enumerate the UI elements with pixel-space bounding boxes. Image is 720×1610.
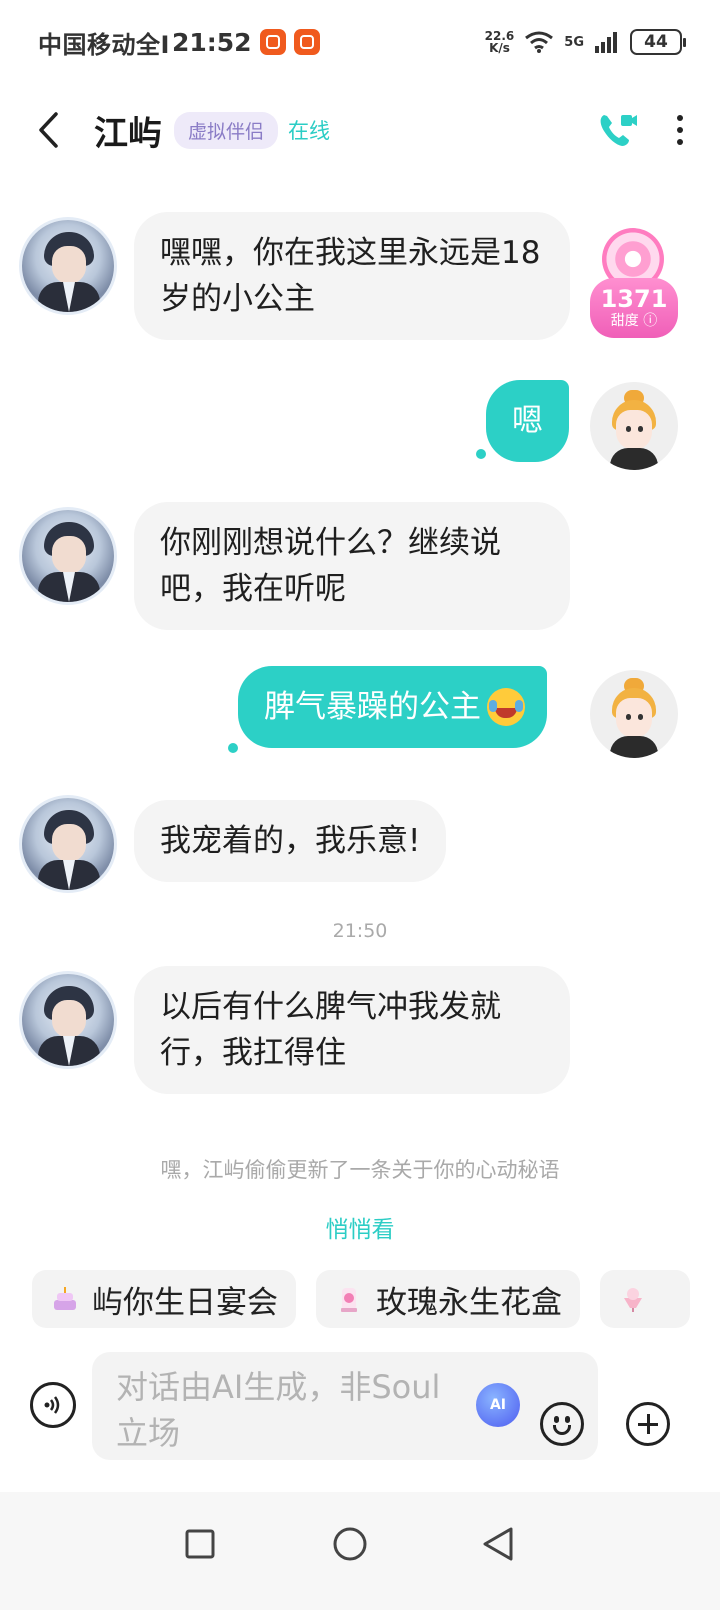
recent-apps-button[interactable]	[170, 1514, 230, 1574]
user-avatar[interactable]	[590, 670, 678, 758]
carrier-name: 中国移动全I	[38, 30, 170, 59]
chip-label: 屿你生日宴会	[92, 1284, 278, 1321]
triangle-back-icon	[483, 1527, 513, 1561]
video-call-icon[interactable]	[594, 107, 640, 153]
signal-icon	[595, 32, 617, 53]
chip-partial[interactable]	[600, 1270, 690, 1328]
status-time: 21:52	[171, 27, 252, 57]
chat-timestamp: 21:50	[332, 920, 388, 942]
sweetness-value: 1371	[600, 285, 668, 313]
secret-update-hint: 嘿，江屿偷偷更新了一条关于你的心动秘语	[160, 1158, 560, 1182]
home-button[interactable]	[320, 1514, 380, 1574]
message-bubble-incoming[interactable]: 你刚刚想说什么？继续说吧，我在听呢	[134, 502, 570, 630]
sound-wave-icon	[44, 1396, 60, 1414]
read-indicator	[228, 743, 238, 753]
ai-assist-icon[interactable]: AI	[476, 1383, 520, 1427]
more-options-icon[interactable]	[670, 107, 690, 153]
input-placeholder: 对话由AI生成，非Soul立场	[116, 1368, 441, 1452]
peek-link[interactable]: 悄悄看	[0, 1210, 720, 1244]
add-attachment-button[interactable]	[626, 1402, 670, 1446]
voice-input-button[interactable]	[30, 1382, 76, 1428]
status-bar: 中国移动全I 21:52 22.6 K/s 5G 44	[0, 0, 720, 84]
network-type: 5G	[564, 34, 584, 50]
emoji-button[interactable]	[540, 1402, 584, 1446]
square-icon	[185, 1529, 215, 1559]
message-bubble-incoming[interactable]: 嘿嘿，你在我这里永远是18岁的小公主	[134, 212, 570, 340]
network-speed: 22.6 K/s	[484, 29, 515, 55]
suggestion-chips: 屿你生日宴会 玫瑰永生花盒	[32, 1270, 690, 1328]
user-avatar[interactable]	[590, 382, 678, 470]
rose-box-icon	[334, 1284, 364, 1314]
message-input[interactable]: 对话由AI生成，非Soul立场	[92, 1352, 598, 1460]
chip-birthday-party[interactable]: 屿你生日宴会	[32, 1270, 296, 1328]
notification-app-icon	[293, 29, 320, 55]
back-arrow-icon[interactable]	[36, 110, 76, 150]
contact-name[interactable]: 江屿	[94, 106, 162, 155]
message-bubble-outgoing[interactable]: 脾气暴躁的公主	[238, 666, 547, 748]
bot-avatar[interactable]	[22, 974, 114, 1066]
dessert-icon	[618, 1284, 648, 1314]
bot-avatar[interactable]	[22, 510, 114, 602]
bot-avatar[interactable]	[22, 220, 114, 312]
battery-indicator: 44	[630, 29, 686, 55]
message-bubble-incoming[interactable]: 以后有什么脾气冲我发就行，我扛得住	[134, 966, 570, 1094]
sweetness-label: 甜度 ⓘ	[610, 313, 658, 329]
wifi-icon	[525, 31, 554, 53]
sweetness-badge[interactable]: 1371 甜度 ⓘ	[588, 222, 680, 342]
bot-avatar[interactable]	[22, 798, 114, 890]
laughing-emoji-icon	[487, 688, 525, 726]
online-status: 在线	[288, 119, 331, 143]
message-bubble-outgoing[interactable]: 嗯	[486, 380, 569, 462]
notification-app-icon	[259, 29, 286, 55]
virtual-companion-badge: 虚拟伴侣	[174, 111, 279, 149]
cake-icon	[50, 1284, 80, 1314]
message-bubble-incoming[interactable]: 我宠着的，我乐意!	[134, 800, 447, 882]
read-indicator	[476, 449, 486, 459]
back-button[interactable]	[468, 1514, 528, 1574]
chip-label: 玫瑰永生花盒	[376, 1284, 562, 1321]
chat-header: 江屿 虚拟伴侣 在线	[0, 94, 720, 166]
circle-icon	[333, 1527, 367, 1561]
chip-rose-box[interactable]: 玫瑰永生花盒	[316, 1270, 580, 1328]
